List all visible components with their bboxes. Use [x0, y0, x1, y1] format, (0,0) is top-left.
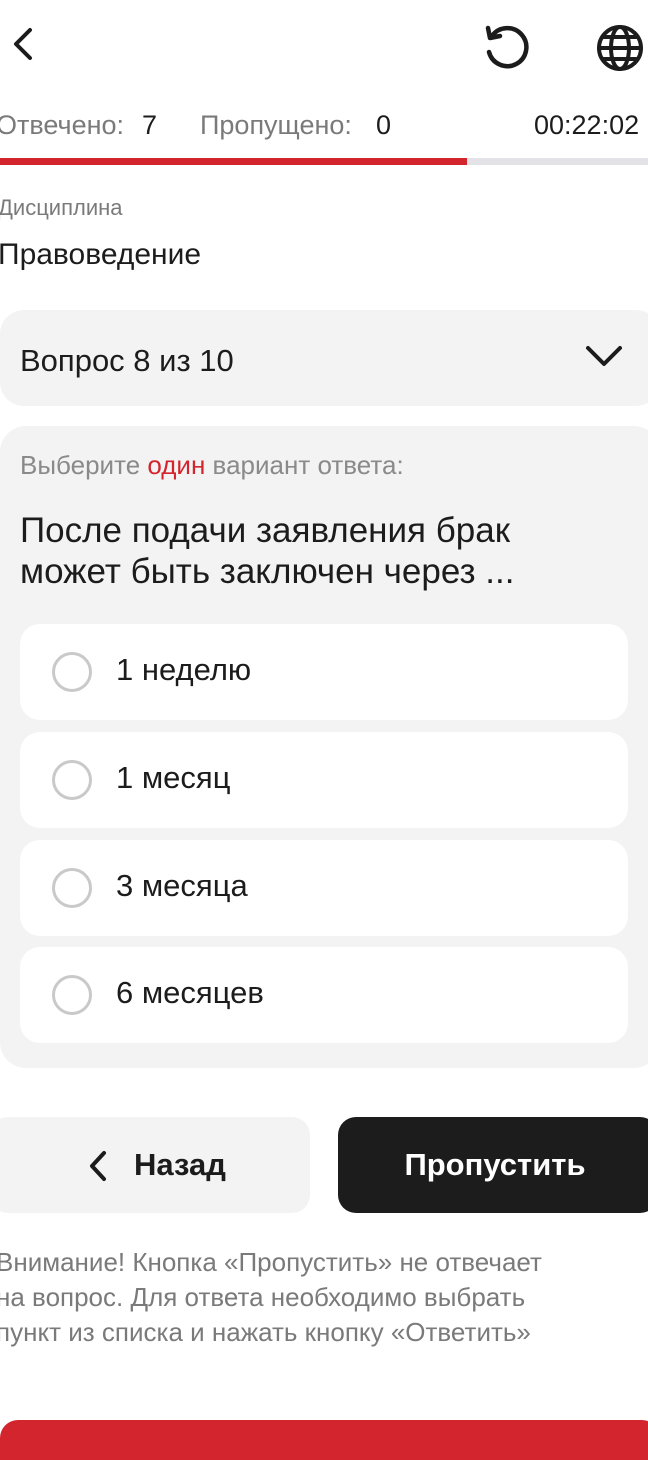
answer-option-label: 1 месяц — [116, 760, 231, 795]
top-bar — [0, 0, 648, 96]
warning-line: Внимание! Кнопка «Пропустить» не отвечае… — [0, 1247, 542, 1277]
radio-button[interactable] — [52, 868, 92, 908]
progress-bar — [0, 158, 648, 165]
answered-count: 7 — [142, 110, 158, 140]
answer-option[interactable]: 1 неделю — [20, 624, 628, 720]
hint-accent: один — [147, 450, 206, 480]
question-selector[interactable]: Вопрос 8 из 10 — [0, 310, 648, 406]
answer-button[interactable] — [0, 1420, 648, 1460]
radio-button[interactable] — [52, 652, 92, 692]
chevron-left-icon — [86, 1149, 110, 1188]
skipped-count: 0 — [376, 110, 392, 140]
answer-option-label: 3 месяца — [116, 868, 248, 903]
back-button-label: Назад — [134, 1147, 226, 1182]
answer-option[interactable]: 1 месяц — [20, 732, 628, 828]
question-selector-label: Вопрос 8 из 10 — [20, 343, 234, 378]
discipline-value: Правоведение — [0, 238, 202, 271]
answer-option[interactable]: 3 месяца — [20, 840, 628, 936]
hint-suffix: вариант ответа: — [205, 450, 404, 480]
reload-icon[interactable] — [478, 22, 534, 74]
hint-prefix: Выберите — [20, 450, 148, 480]
back-button[interactable]: Назад — [0, 1117, 310, 1213]
radio-button[interactable] — [52, 975, 92, 1015]
skip-button-label: Пропустить — [404, 1147, 586, 1182]
warning-line: на вопрос. Для ответа необходимо выбрать — [0, 1282, 526, 1312]
chevron-down-icon[interactable] — [584, 340, 624, 377]
globe-icon[interactable] — [594, 22, 646, 74]
skipped-label: Пропущено: — [200, 110, 352, 140]
warning-line: пункт из списка и нажать кнопку «Ответит… — [0, 1317, 531, 1347]
answer-option-label: 1 неделю — [116, 652, 252, 687]
answer-option-label: 6 месяцев — [116, 975, 264, 1010]
discipline-label: Дисциплина — [0, 195, 123, 220]
skip-button[interactable]: Пропустить — [338, 1117, 648, 1213]
back-icon[interactable] — [0, 22, 44, 66]
timer: 00:22:02 — [534, 110, 640, 140]
answer-option[interactable]: 6 месяцев — [20, 947, 628, 1043]
answer-hint: Выберите один вариант ответа: — [20, 450, 404, 481]
skip-warning: Внимание! Кнопка «Пропустить» не отвечае… — [0, 1245, 636, 1350]
progress-bar-fill — [0, 158, 467, 165]
radio-button[interactable] — [52, 760, 92, 800]
answered-label: Отвечено: — [0, 110, 125, 140]
question-text: После подачи заявления брак может быть з… — [20, 511, 515, 591]
quiz-stats: Отвечено: 7 Пропущено: 0 00:22:02 — [0, 110, 648, 146]
